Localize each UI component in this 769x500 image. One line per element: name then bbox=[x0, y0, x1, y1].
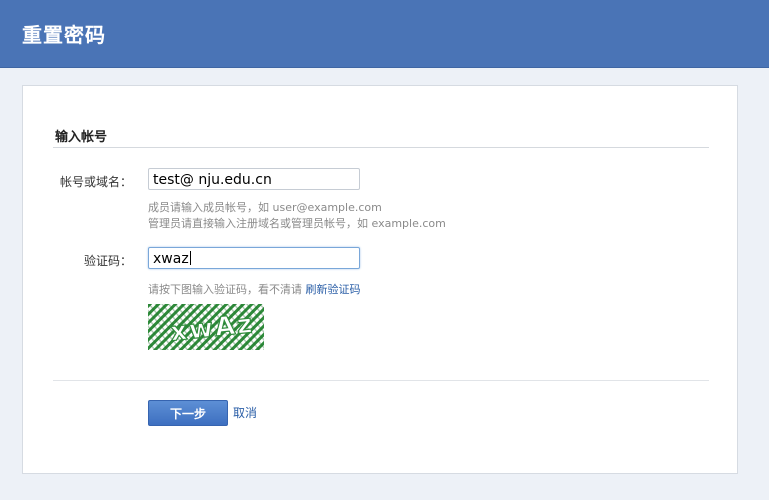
captcha-image[interactable]: xwAz bbox=[148, 304, 264, 350]
reset-password-panel: 输入帐号 帐号或域名： test@ nju.edu.cn 成员请输入成员帐号，如… bbox=[22, 85, 738, 474]
cancel-link[interactable]: 取消 bbox=[233, 404, 257, 421]
page-header: 重置密码 bbox=[0, 0, 769, 68]
section-title: 输入帐号 bbox=[55, 130, 108, 145]
next-button[interactable]: 下一步 bbox=[148, 400, 228, 426]
page-title: 重置密码 bbox=[22, 23, 106, 47]
captcha-input-value: xwaz bbox=[153, 251, 189, 267]
captcha-label: 验证码： bbox=[83, 254, 132, 268]
captcha-hint: 请按下图输入验证码，看不清请 刷新验证码 bbox=[148, 281, 361, 297]
account-label: 帐号或域名： bbox=[59, 175, 132, 189]
account-input-value: test@ nju.edu.cn bbox=[153, 172, 272, 188]
refresh-captcha-link[interactable]: 刷新验证码 bbox=[306, 283, 361, 296]
actions-divider bbox=[53, 380, 709, 381]
account-hint-admin: 管理员请直接输入注册域名或管理员帐号，如 example.com bbox=[148, 217, 446, 230]
section-divider bbox=[53, 147, 709, 148]
text-caret bbox=[189, 251, 191, 265]
captcha-hint-text: 请按下图输入验证码，看不清请 bbox=[148, 283, 302, 296]
account-hint-member: 成员请输入成员帐号，如 user@example.com bbox=[148, 201, 382, 214]
captcha-input[interactable]: xwaz bbox=[148, 247, 360, 269]
account-input[interactable]: test@ nju.edu.cn bbox=[148, 168, 360, 190]
